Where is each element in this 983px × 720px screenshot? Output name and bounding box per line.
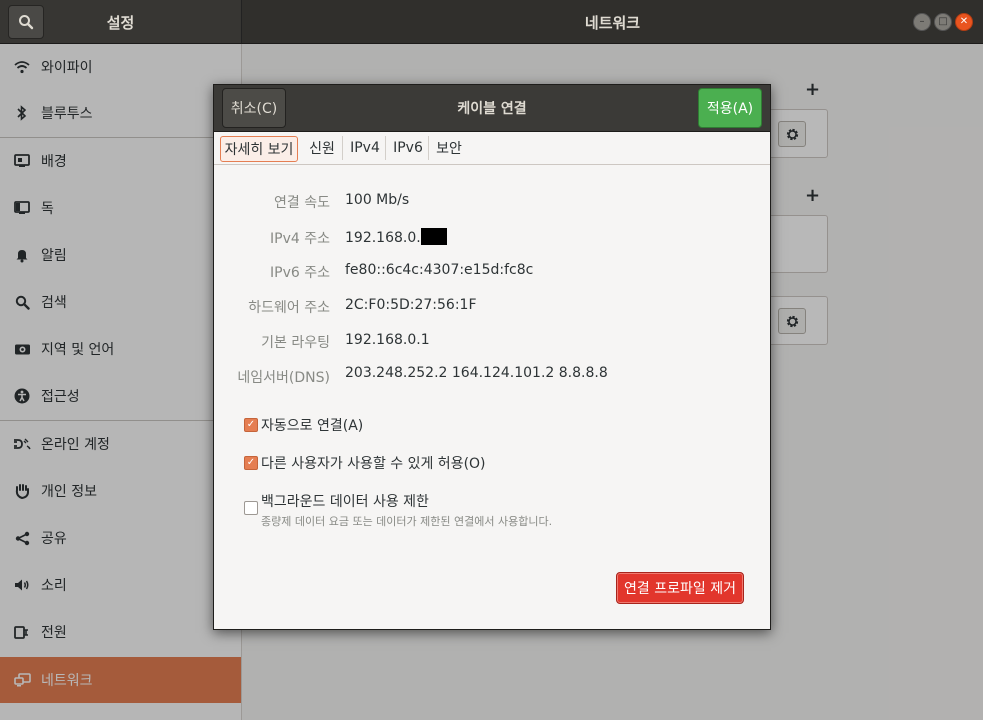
tab-identity[interactable]: 신원 (302, 136, 343, 160)
minimize-icon: – (919, 16, 925, 27)
tab-security[interactable]: 보안 (431, 136, 467, 160)
metered-label[interactable]: 백그라운드 데이터 사용 제한 (261, 491, 429, 511)
window-controls: – □ ✕ (913, 13, 973, 31)
minimize-button[interactable]: – (913, 13, 931, 31)
sidebar-header: 설정 (0, 0, 242, 43)
dialog-title: 케이블 연결 (457, 101, 527, 117)
maximize-button[interactable]: □ (934, 13, 952, 31)
apply-button[interactable]: 적용(A) (698, 88, 762, 128)
ipv4-value-row: 192.168.0. (345, 228, 447, 246)
tab-ipv6[interactable]: IPv6 (388, 136, 429, 160)
maximize-icon: □ (938, 16, 948, 27)
ipv4-label: IPv4 주소 (270, 231, 330, 247)
auto-connect-checkbox[interactable]: ✓ (244, 418, 258, 432)
close-icon: ✕ (959, 16, 969, 27)
link-speed-value: 100 Mb/s (345, 192, 410, 208)
app-title: 설정 (106, 14, 135, 32)
metered-checkbox[interactable] (244, 501, 258, 515)
link-speed-label: 연결 속도 (274, 195, 330, 211)
ipv4-value: 192.168.0. (345, 230, 421, 246)
dns-label: 네임서버(DNS) (237, 370, 330, 386)
wired-connection-dialog: 케이블 연결 취소(C) 적용(A) 자세히 보기 신원 IPv4 IPv6 보… (213, 84, 771, 630)
allow-all-users-label[interactable]: 다른 사용자가 사용할 수 있게 허용(O) (261, 453, 486, 473)
cancel-button[interactable]: 취소(C) (222, 88, 286, 128)
metered-description: 종량제 데이터 요금 또는 데이터가 제한된 연결에서 사용합니다. (261, 515, 553, 528)
hardware-address-label: 하드웨어 주소 (248, 300, 330, 316)
redaction-block (420, 228, 447, 245)
ipv6-value: fe80::6c4c:4307:e15d:fc8c (345, 262, 534, 278)
ipv6-label: IPv6 주소 (270, 265, 330, 281)
dialog-tabs: 자세히 보기 신원 IPv4 IPv6 보안 (214, 132, 770, 165)
tab-ipv4[interactable]: IPv4 (345, 136, 386, 160)
auto-connect-label[interactable]: 자동으로 연결(A) (261, 415, 363, 435)
default-route-value: 192.168.0.1 (345, 332, 430, 348)
hardware-address-value: 2C:F0:5D:27:56:1F (345, 297, 477, 313)
tab-details[interactable]: 자세히 보기 (220, 136, 298, 162)
default-route-label: 기본 라우팅 (261, 335, 330, 351)
panel-title: 네트워크 (584, 14, 641, 32)
dns-value: 203.248.252.2 164.124.101.2 8.8.8.8 (345, 365, 608, 381)
remove-connection-profile-button[interactable]: 연결 프로파일 제거 (616, 572, 744, 604)
close-button[interactable]: ✕ (955, 13, 973, 31)
allow-all-users-checkbox[interactable]: ✓ (244, 456, 258, 470)
